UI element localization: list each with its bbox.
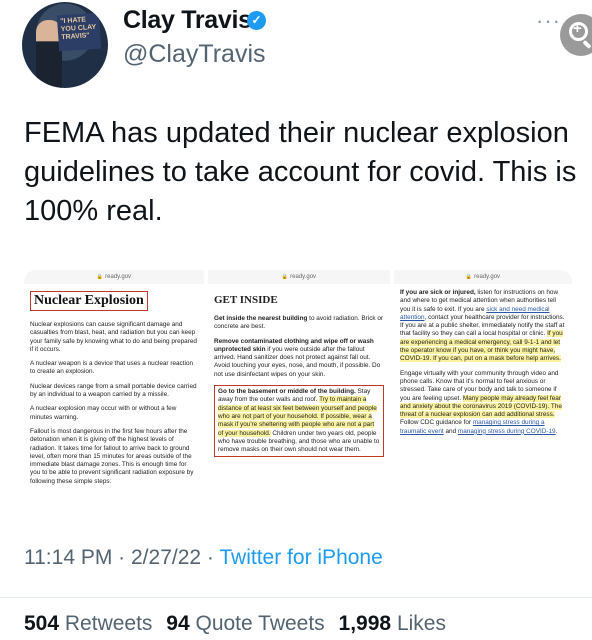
tweet-time[interactable]: 11:14 PM	[24, 546, 112, 569]
link-text: managing stress during COVID-19	[457, 427, 556, 435]
panel-paragraph-boxed: Go to the basement or middle of the buil…	[214, 385, 384, 458]
zoom-plus: +	[573, 20, 582, 37]
avatar[interactable]: "I HATE YOU CLAY TRAVIS"	[22, 2, 108, 88]
panel-paragraph: Nuclear devices range from a small porta…	[30, 382, 197, 399]
panel-paragraph: A nuclear weapon is a device that uses a…	[30, 360, 194, 376]
lock-icon: 🔒	[96, 274, 104, 280]
tweet-media[interactable]: 🔒 ready.gov Nuclear Explosion Nuclear exp…	[24, 270, 572, 528]
url-bar: 🔒 ready.gov	[24, 270, 204, 284]
panel-heading: Nuclear Explosion	[30, 291, 148, 311]
panel-paragraph: Fallout is most dangerous in the first f…	[30, 427, 194, 485]
media-panel-2: 🔒 ready.gov GET INSIDE Get inside the nea…	[208, 270, 390, 528]
avatar-sign: "I HATE YOU CLAY TRAVIS"	[56, 12, 102, 52]
lock-icon: 🔒	[465, 274, 473, 280]
tweet-meta: 11:14 PM · 2/27/22 · Twitter for iPhone	[24, 546, 383, 570]
url-bar: 🔒 ready.gov	[208, 270, 390, 284]
url-text: ready.gov	[474, 274, 501, 280]
url-text: ready.gov	[105, 274, 132, 280]
url-bar: 🔒 ready.gov	[394, 270, 572, 284]
separator: ·	[201, 546, 220, 569]
panel-paragraph: A nuclear explosion may occur with or wi…	[30, 405, 177, 421]
media-panel-1: 🔒 ready.gov Nuclear Explosion Nuclear exp…	[24, 270, 204, 528]
tweet-source-app[interactable]: Twitter for iPhone	[219, 546, 382, 569]
tweet-text: FEMA has updated their nuclear explosion…	[24, 117, 577, 227]
url-text: ready.gov	[290, 274, 317, 280]
more-options-icon[interactable]: ···	[536, 8, 561, 34]
likes-stat[interactable]: 1,998 Likes	[339, 612, 446, 635]
author-handle[interactable]: @ClayTravis	[123, 40, 266, 69]
panel-paragraph: Nuclear explosions can cause significant…	[30, 321, 197, 353]
quote-tweets-stat[interactable]: 94 Quote Tweets	[166, 612, 324, 635]
retweets-stat[interactable]: 504 Retweets	[24, 612, 152, 635]
author-name[interactable]: Clay Travis	[123, 6, 252, 35]
zoom-handle	[582, 39, 592, 50]
separator: ·	[112, 546, 131, 569]
lock-icon: 🔒	[281, 274, 289, 280]
divider	[0, 597, 592, 598]
panel-paragraph: Remove contaminated clothing and wipe of…	[214, 337, 381, 378]
panel-paragraph: If you are sick or injured, listen for i…	[400, 289, 565, 363]
panel-heading: GET INSIDE	[214, 294, 278, 306]
panel-paragraph: Engage virtually with your community thr…	[400, 369, 562, 435]
tweet-date[interactable]: 2/27/22	[131, 546, 201, 569]
verified-badge-icon: ✓	[247, 11, 266, 30]
zoom-in-icon[interactable]: +	[560, 14, 592, 56]
panel-paragraph: Get inside the nearest building to avoid…	[214, 315, 384, 331]
tweet-stats: 504 Retweets 94 Quote Tweets 1,998 Likes	[24, 612, 446, 636]
media-panel-3: 🔒 ready.gov If you are sick or injured, l…	[394, 270, 572, 528]
